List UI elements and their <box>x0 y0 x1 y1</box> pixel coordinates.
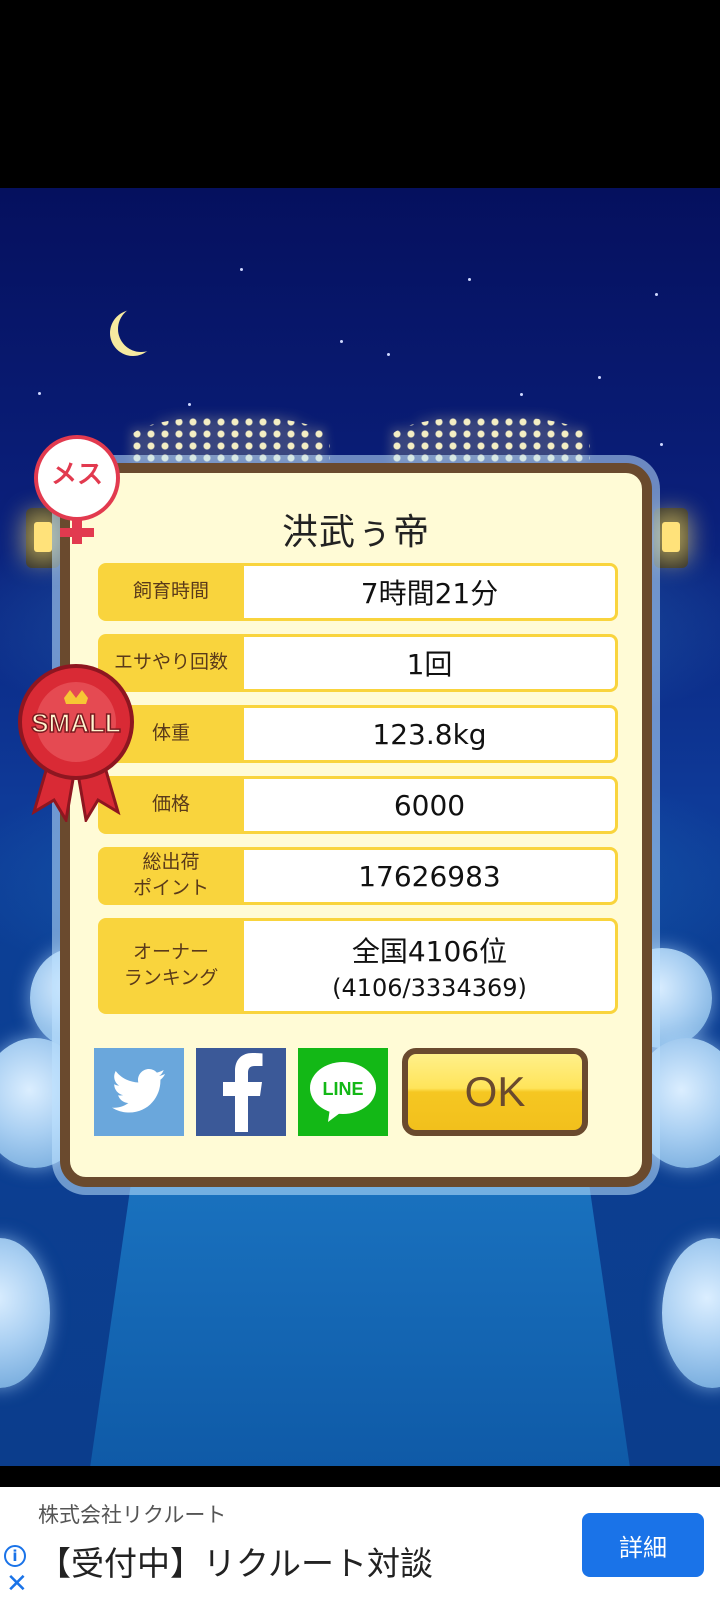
status-bar-area <box>0 0 720 188</box>
lamp-icon <box>26 508 60 568</box>
pig-name-title: 洪武ぅ帝 <box>281 512 430 553</box>
ad-company: 株式会社リクルート <box>38 1503 227 1527</box>
twitter-share-button[interactable] <box>94 1048 184 1136</box>
stat-value: 全国4106位 (4106/3334369) <box>244 918 618 1014</box>
stat-label: オーナー ランキング <box>98 918 244 1014</box>
ad-headline[interactable]: 【受付中】リクルート対談 <box>38 1537 433 1585</box>
close-icon[interactable]: ✕ <box>6 1571 28 1597</box>
stat-value: 123.8kg <box>244 705 618 763</box>
female-badge-icon: メス <box>34 435 120 521</box>
stat-value: 6000 <box>244 776 618 834</box>
small-size-ribbon-icon: SMALL <box>18 664 134 822</box>
facebook-icon <box>223 1053 263 1132</box>
svg-text:LINE: LINE <box>322 1079 363 1099</box>
info-icon[interactable]: i <box>4 1545 26 1567</box>
stat-row-shipping-points: 総出荷 ポイント 17626983 <box>98 847 618 905</box>
garden-path <box>90 1168 630 1466</box>
stat-row-price: 価格 6000 <box>98 776 618 834</box>
ad-banner[interactable]: 株式会社リクルート 【受付中】リクルート対談 詳細 i ✕ <box>0 1487 720 1600</box>
ok-button[interactable]: OK <box>402 1048 588 1136</box>
stat-label: 総出荷 ポイント <box>98 847 244 905</box>
moon-icon <box>118 306 164 352</box>
facebook-share-button[interactable] <box>196 1048 286 1136</box>
stat-row-raising-time: 飼育時間 7時間21分 <box>98 563 618 621</box>
stat-row-feed-count: エサやり回数 1回 <box>98 634 618 692</box>
svg-text:SMALL: SMALL <box>31 708 121 738</box>
stat-value: 17626983 <box>244 847 618 905</box>
pig-result-dialog: 洪武ぅ帝 飼育時間 7時間21分 エサやり回数 1回 体重 123.8kg 価格… <box>60 463 652 1187</box>
line-icon: LINE <box>310 1062 376 1122</box>
stat-row-owner-ranking: オーナー ランキング 全国4106位 (4106/3334369) <box>98 918 618 1014</box>
stat-label: 飼育時間 <box>98 563 244 621</box>
stat-value: 1回 <box>244 634 618 692</box>
lamp-icon <box>654 508 688 568</box>
twitter-icon <box>112 1069 165 1113</box>
ranking-detail: (4106/3334369) <box>332 974 527 1002</box>
stat-value: 7時間21分 <box>244 563 618 621</box>
stat-row-weight: 体重 123.8kg <box>98 705 618 763</box>
line-share-button[interactable]: LINE <box>298 1048 388 1136</box>
ad-detail-button[interactable]: 詳細 <box>582 1513 704 1577</box>
